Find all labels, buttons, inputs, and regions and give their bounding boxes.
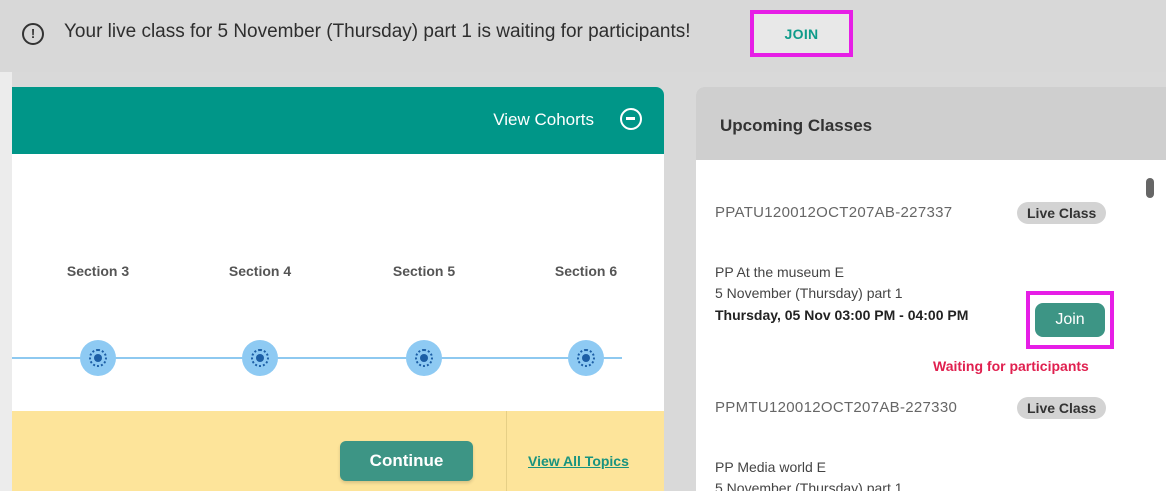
minus-circle-icon[interactable] bbox=[620, 108, 642, 130]
join-button[interactable]: Join bbox=[1035, 303, 1105, 337]
topics-footer: Continue View All Topics bbox=[12, 411, 664, 491]
view-all-topics-link[interactable]: View All Topics bbox=[528, 453, 629, 469]
class-code: PPATU120012OCT207AB-227337 bbox=[715, 204, 953, 221]
class-code: PPMTU120012OCT207AB-227330 bbox=[715, 399, 958, 416]
section-label-5: Section 5 bbox=[392, 263, 456, 279]
upcoming-header: Upcoming Classes bbox=[696, 87, 1166, 160]
class-time: Thursday, 05 Nov 03:00 PM - 04:00 PM bbox=[715, 307, 969, 323]
section-node-3[interactable] bbox=[80, 340, 116, 376]
view-cohorts-link[interactable]: View Cohorts bbox=[493, 110, 594, 130]
continue-button[interactable]: Continue bbox=[340, 441, 473, 481]
section-label-6: Section 6 bbox=[554, 263, 618, 279]
class-part: 5 November (Thursday) part 1 bbox=[715, 480, 903, 491]
class-name: PP At the museum E bbox=[715, 264, 844, 280]
section-node-4[interactable] bbox=[242, 340, 278, 376]
live-class-badge: Live Class bbox=[1017, 397, 1107, 419]
waiting-status: Waiting for participants bbox=[933, 358, 1089, 374]
cohort-header: View Cohorts bbox=[12, 87, 664, 154]
section-label-4: Section 4 bbox=[228, 263, 292, 279]
live-class-banner: ! Your live class for 5 November (Thursd… bbox=[0, 0, 1166, 72]
footer-divider bbox=[506, 411, 507, 491]
live-class-badge: Live Class bbox=[1017, 202, 1107, 224]
class-part: 5 November (Thursday) part 1 bbox=[715, 285, 903, 301]
left-edge-strip bbox=[0, 72, 12, 491]
class-name: PP Media world E bbox=[715, 459, 827, 475]
banner-message: Your live class for 5 November (Thursday… bbox=[64, 21, 691, 42]
section-node-5[interactable] bbox=[406, 340, 442, 376]
banner-join-button[interactable]: JOIN bbox=[785, 26, 819, 42]
upcoming-title: Upcoming Classes bbox=[720, 116, 873, 135]
join-highlight: Join bbox=[1026, 291, 1114, 349]
banner-join-highlight: JOIN bbox=[750, 10, 853, 57]
exclamation-circle-icon: ! bbox=[22, 23, 44, 45]
scrollbar-thumb[interactable] bbox=[1146, 178, 1154, 198]
upcoming-classes-card: Upcoming Classes PPATU120012OCT207AB-227… bbox=[696, 87, 1166, 491]
section-node-6[interactable] bbox=[568, 340, 604, 376]
cohort-card: View Cohorts Section 3 Section 4 Section… bbox=[12, 87, 664, 491]
section-label-3: Section 3 bbox=[66, 263, 130, 279]
